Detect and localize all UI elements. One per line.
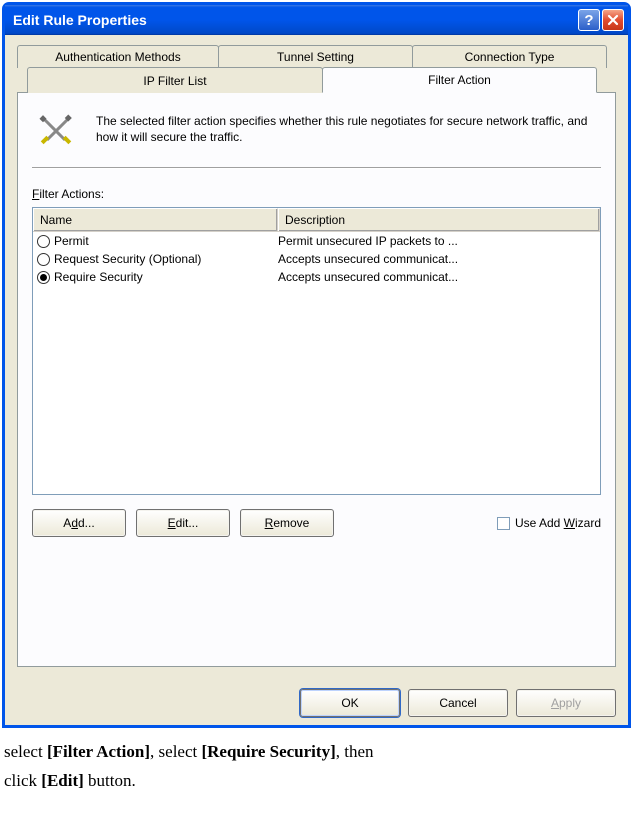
list-item[interactable]: Permit Permit unsecured IP packets to ..… [33, 232, 600, 250]
ok-button[interactable]: OK [300, 689, 400, 717]
list-header: Name Description [33, 208, 600, 232]
column-description[interactable]: Description [278, 208, 600, 231]
row-name: Permit [54, 234, 89, 248]
tab-authentication-methods[interactable]: Authentication Methods [17, 45, 219, 68]
list-rows: Permit Permit unsecured IP packets to ..… [33, 232, 600, 286]
remove-button[interactable]: Remove [240, 509, 334, 537]
checkbox-icon[interactable] [497, 517, 510, 530]
radio-icon[interactable] [37, 271, 50, 284]
tab-panel-filter-action: The selected filter action specifies whe… [17, 92, 616, 667]
window-title: Edit Rule Properties [13, 12, 578, 28]
filter-actions-label: Filter Actions: [32, 187, 601, 201]
use-add-wizard-checkbox[interactable]: Use Add Wizard [497, 516, 601, 530]
row-name: Request Security (Optional) [54, 252, 201, 266]
help-button[interactable]: ? [578, 9, 600, 31]
tab-tunnel-setting[interactable]: Tunnel Setting [218, 45, 413, 68]
title-bar: Edit Rule Properties ? [5, 5, 628, 35]
close-icon [607, 14, 619, 26]
tab-row-back: Authentication Methods Tunnel Setting Co… [17, 45, 616, 68]
filter-actions-list[interactable]: Name Description Permit Permit unsecured… [32, 207, 601, 495]
dialog-window: Edit Rule Properties ? Authentication Me… [2, 2, 631, 728]
instruction-caption: select [Filter Action], select [Require … [0, 730, 633, 804]
radio-icon[interactable] [37, 235, 50, 248]
info-row: The selected filter action specifies whe… [32, 113, 601, 149]
row-name: Require Security [54, 270, 143, 284]
row-desc: Accepts unsecured communicat... [278, 270, 596, 284]
crossed-swords-icon [38, 113, 74, 149]
close-button[interactable] [602, 9, 624, 31]
row-desc: Accepts unsecured communicat... [278, 252, 596, 266]
list-item[interactable]: Require Security Accepts unsecured commu… [33, 268, 600, 286]
apply-button[interactable]: Apply [516, 689, 616, 717]
tabs: Authentication Methods Tunnel Setting Co… [17, 45, 616, 667]
tab-filter-action[interactable]: Filter Action [322, 67, 597, 93]
panel-button-row: Add... Edit... Remove Use Add Wizard [32, 509, 601, 537]
column-name[interactable]: Name [33, 208, 278, 231]
tab-connection-type[interactable]: Connection Type [412, 45, 607, 68]
tab-row-front: IP Filter List Filter Action [17, 67, 616, 93]
add-button[interactable]: Add... [32, 509, 126, 537]
row-desc: Permit unsecured IP packets to ... [278, 234, 596, 248]
titlebar-buttons: ? [578, 9, 624, 31]
info-text: The selected filter action specifies whe… [96, 113, 601, 145]
radio-icon[interactable] [37, 253, 50, 266]
dialog-body: Authentication Methods Tunnel Setting Co… [5, 35, 628, 679]
tab-ip-filter-list[interactable]: IP Filter List [27, 67, 323, 93]
edit-button[interactable]: Edit... [136, 509, 230, 537]
list-item[interactable]: Request Security (Optional) Accepts unse… [33, 250, 600, 268]
checkbox-label: Use Add Wizard [515, 516, 601, 530]
divider [32, 167, 601, 169]
cancel-button[interactable]: Cancel [408, 689, 508, 717]
dialog-footer: OK Cancel Apply [5, 679, 628, 725]
